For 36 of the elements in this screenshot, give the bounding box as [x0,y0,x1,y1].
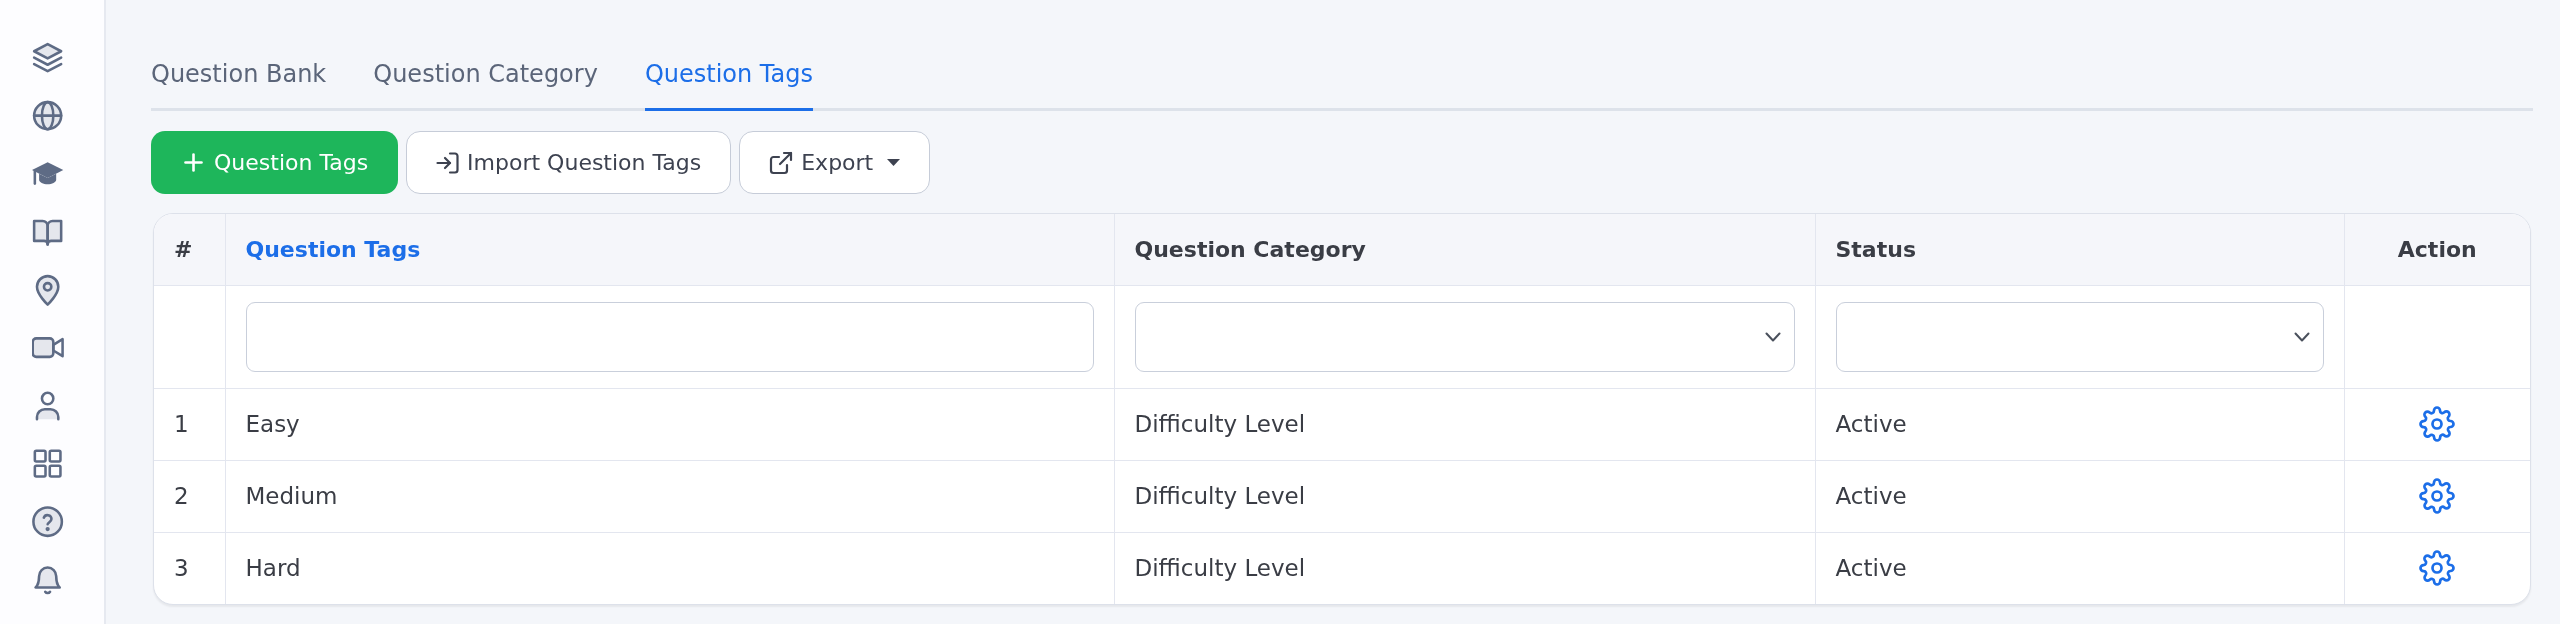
column-header[interactable]: Status [1815,214,2344,285]
bell-icon[interactable] [32,564,64,596]
table-cell: 2 [154,460,225,532]
column-header[interactable]: Question Tags [225,214,1114,285]
caret-icon [887,159,901,166]
column-header[interactable]: Question Category [1114,214,1815,285]
table-cell: Active [1815,532,2344,604]
import-button[interactable]: Import Question Tags [406,131,732,194]
table-cell: Hard [225,532,1114,604]
tab[interactable]: Question Tags [644,59,813,111]
plus-icon [184,153,203,172]
table-cell: Difficulty Level [1114,532,1815,604]
table-cell: Difficulty Level [1114,460,1815,532]
help-icon[interactable] [32,506,64,538]
gear-icon[interactable] [2419,478,2456,514]
export-dropdown-button[interactable]: Export [739,131,931,194]
external-link-icon [769,150,794,175]
layers-icon[interactable] [32,42,64,74]
filter-input-field[interactable] [245,301,1094,372]
table-cell: 1 [154,388,225,460]
grid-icon[interactable] [32,448,64,480]
table-cell: Active [1815,460,2344,532]
gear-icon[interactable] [2419,406,2456,442]
column-header[interactable]: Action [2344,214,2530,285]
table-cell: 3 [154,532,225,604]
gear-icon[interactable] [2419,550,2456,587]
chevron-down-icon [2293,331,2310,342]
globe-icon[interactable] [32,100,64,132]
table-cell: Difficulty Level [1114,388,1815,460]
column-header[interactable]: # [154,214,225,285]
chevron-down-icon [1764,331,1781,342]
table-cell: Medium [225,460,1114,532]
tab[interactable]: Question Bank [151,59,327,111]
tab[interactable]: Question Category [373,59,598,111]
table-cell: Easy [225,388,1114,460]
table-cell: Active [1815,388,2344,460]
